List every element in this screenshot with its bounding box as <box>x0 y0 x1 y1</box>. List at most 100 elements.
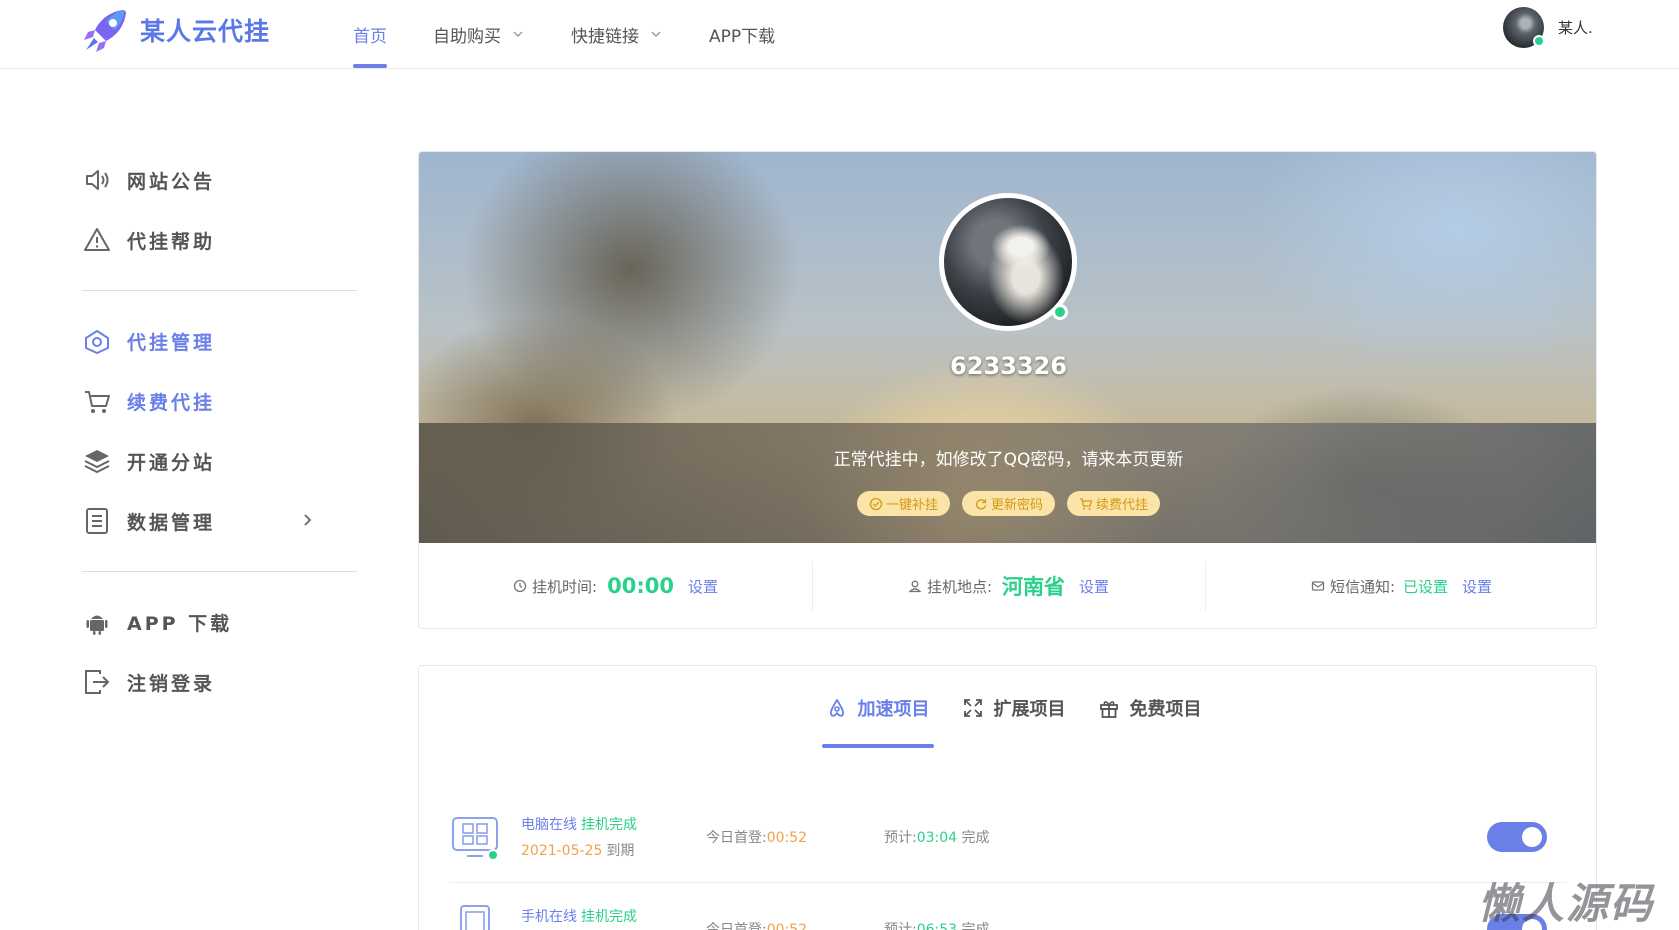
sidebar-item-label: 注销登录 <box>127 672 216 695</box>
user-icon <box>908 580 922 593</box>
expiry-suffix: 到期 <box>606 842 635 859</box>
project-eta: 预计:03:04 完成 <box>884 827 990 847</box>
sidebar-item-label: 续费代挂 <box>127 391 216 414</box>
banner-overlay <box>419 423 1596 543</box>
first-login-label: 今日首登: <box>706 829 767 846</box>
sidebar-item-app[interactable]: APP 下载 <box>82 592 357 652</box>
eta-label: 预计: <box>884 922 917 930</box>
tab-free[interactable]: 免费项目 <box>1094 666 1206 750</box>
mail-icon <box>1311 581 1325 591</box>
chevron-down-icon <box>651 31 661 37</box>
project-tabs: 加速项目 扩展项目 免费项目 <box>419 666 1598 750</box>
sidebar-item-manage[interactable]: 代挂管理 <box>82 311 357 371</box>
tab-label: 免费项目 <box>1129 699 1202 720</box>
top-header: 某人云代挂 首页 自助购买 快捷链接 APP下载 某人. <box>0 0 1679 69</box>
online-dot <box>1052 304 1068 320</box>
android-icon <box>86 615 108 635</box>
layers-icon <box>84 450 110 474</box>
hang-location-set-link[interactable]: 设置 <box>1079 576 1109 597</box>
sidebar-item-label: 代挂管理 <box>127 331 216 354</box>
logout-icon <box>85 670 110 694</box>
project-first-login: 今日首登:00:52 <box>706 827 884 847</box>
warning-icon <box>84 228 110 251</box>
status-text: 正常代挂中，如修改了QQ密码，请来本页更新 <box>833 450 1184 470</box>
pill-label: 更新密码 <box>990 498 1043 513</box>
one-click-rehang-button[interactable]: 一键补挂 <box>856 491 950 516</box>
user-name[interactable]: 某人. <box>1558 17 1593 38</box>
project-info: 手机在线挂机完成 2021-05-25到期 <box>521 906 706 930</box>
mobile-icon <box>460 905 490 930</box>
refresh-icon <box>976 498 987 509</box>
project-title[interactable]: 电脑在线 <box>521 817 577 833</box>
project-info: 电脑在线 挂机完成 2021-05-25 到期 <box>521 814 706 860</box>
sms-notify-set-link[interactable]: 设置 <box>1462 576 1492 597</box>
nav-quick-links-label: 快捷链接 <box>571 26 639 47</box>
sidebar-item-data[interactable]: 数据管理 <box>82 491 357 551</box>
hang-time-label: 挂机时间: <box>532 577 598 596</box>
sidebar-item-announcement[interactable]: 网站公告 <box>82 150 357 210</box>
project-name: 电脑在线 挂机完成 <box>521 814 706 834</box>
chevron-right-icon <box>304 514 312 526</box>
sidebar-item-label: APP 下载 <box>127 612 233 635</box>
project-expiry: 2021-05-25 到期 <box>521 840 706 860</box>
nav-self-purchase-label: 自助购买 <box>433 26 501 47</box>
first-login-value: 00:52 <box>766 829 808 846</box>
tab-label: 加速项目 <box>857 699 930 720</box>
nav-home[interactable]: 首页 <box>330 0 410 68</box>
sidebar-item-substation[interactable]: 开通分站 <box>82 431 357 491</box>
expiry-date: 2021-05-25 <box>521 842 603 859</box>
pill-label: 续费代挂 <box>1096 498 1149 513</box>
expand-icon <box>963 699 982 717</box>
eta-suffix: 完成 <box>961 922 990 930</box>
gift-icon <box>1099 701 1118 718</box>
project-first-login: 今日首登:00:52 <box>706 919 884 930</box>
eta-value: 03:04 <box>916 829 958 846</box>
nav-self-purchase[interactable]: 自助购买 <box>410 0 548 68</box>
hang-time-set-link[interactable]: 设置 <box>688 576 718 597</box>
nav-quick-links[interactable]: 快捷链接 <box>548 0 686 68</box>
check-circle-icon <box>869 497 883 510</box>
brand-name[interactable]: 某人云代挂 <box>140 12 270 48</box>
project-row-pc: 电脑在线 挂机完成 2021-05-25 到期 今日首登:00:52 预计:03:0… <box>449 791 1567 883</box>
project-title[interactable]: 手机在线 <box>521 909 577 925</box>
eta-value: 06:53 <box>916 922 958 930</box>
first-login-label: 今日首登: <box>706 922 767 930</box>
cart-icon <box>85 391 110 413</box>
user-menu[interactable]: 某人. <box>1503 7 1593 48</box>
project-status: 挂机完成 <box>581 909 637 925</box>
nav-app-download[interactable]: APP下载 <box>686 0 798 68</box>
eta-label: 预计: <box>884 829 917 846</box>
sms-notify-label: 短信通知: <box>1329 577 1396 596</box>
sidebar-item-label: 开通分站 <box>127 451 216 474</box>
project-name: 手机在线 挂机完成 <box>521 906 706 926</box>
project-toggle[interactable] <box>1487 821 1547 852</box>
tab-accelerate[interactable]: 加速项目 <box>821 666 934 750</box>
project-icon <box>449 811 501 863</box>
eta-suffix: 完成 <box>961 829 990 846</box>
list-icon <box>86 508 108 534</box>
project-icon <box>449 903 501 930</box>
watermark: 懒人源码 <box>1478 879 1655 928</box>
sidebar-item-label: 代挂帮助 <box>127 230 216 253</box>
pill-label: 一键补挂 <box>885 498 938 513</box>
sidebar-item-logout[interactable]: 注销登录 <box>82 652 357 712</box>
online-dot <box>1533 35 1545 47</box>
tab-extended[interactable]: 扩展项目 <box>958 666 1070 750</box>
nav-home-label: 首页 <box>353 26 387 47</box>
airbnb-icon <box>829 699 844 717</box>
hang-time-value: 00:00 <box>607 574 674 598</box>
sms-notify-value: 已设置 <box>1403 577 1449 596</box>
tab-label: 扩展项目 <box>993 699 1066 720</box>
renew-button[interactable]: 续费代挂 <box>1067 491 1161 516</box>
qq-number: 6233326 <box>950 352 1067 380</box>
chevron-down-icon <box>513 31 523 37</box>
sidebar-item-help[interactable]: 代挂帮助 <box>82 210 357 270</box>
update-password-button[interactable]: 更新密码 <box>961 491 1055 516</box>
sidebar-item-renew[interactable]: 续费代挂 <box>82 371 357 431</box>
nav-app-download-label: APP下载 <box>709 26 776 47</box>
sidebar-item-label: 网站公告 <box>127 170 216 193</box>
qq-avatar <box>939 193 1077 331</box>
rocket-logo-icon[interactable] <box>80 6 130 56</box>
avatar[interactable] <box>1503 7 1545 48</box>
hang-time-cell: 挂机时间: 00:00 设置 <box>419 543 812 628</box>
